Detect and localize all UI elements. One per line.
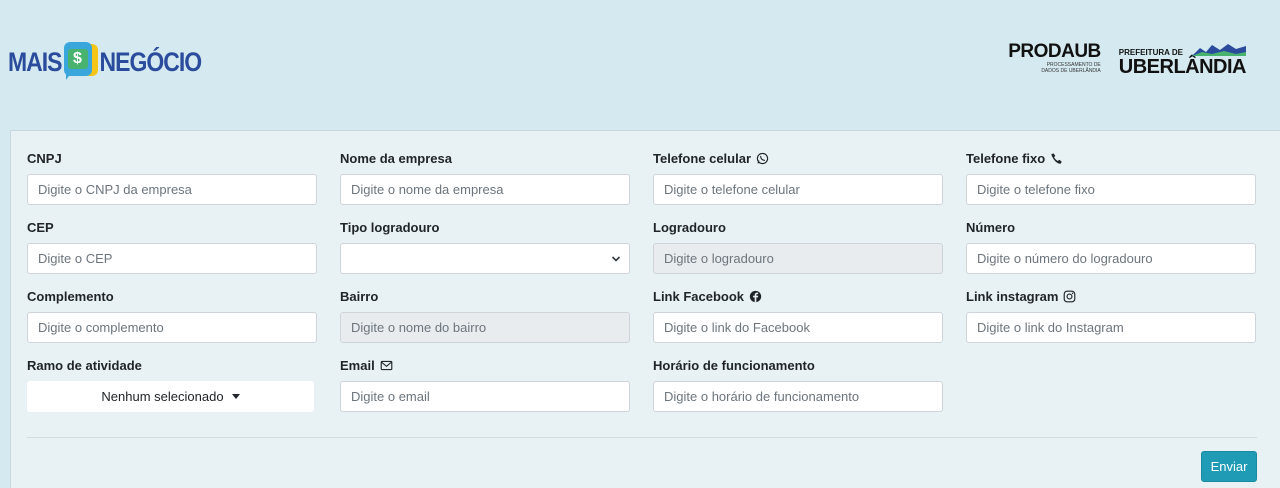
- cep-label: CEP: [27, 219, 54, 235]
- email-label: Email: [340, 357, 630, 373]
- bairro-input[interactable]: [340, 312, 630, 343]
- ramo-atividade-label: Ramo de atividade: [27, 357, 142, 373]
- horario-group: Horário de funcionamento: [653, 357, 943, 412]
- prodaub-logo: PRODAUB PROCESSAMENTO DE DADOS DE UBERLÂ…: [1008, 41, 1101, 75]
- mais-negocio-logo[interactable]: MAIS $ NEGÓCIO: [8, 40, 203, 84]
- horario-label: Horário de funcionamento: [653, 357, 815, 373]
- link-instagram-group: Link instagram: [966, 288, 1256, 343]
- logo-text-negocio: NEGÓCIO: [99, 46, 203, 77]
- link-instagram-input[interactable]: [966, 312, 1256, 343]
- tipo-logradouro-label: Tipo logradouro: [340, 219, 440, 235]
- email-group: Email: [340, 357, 630, 412]
- link-instagram-label: Link instagram: [966, 288, 1256, 304]
- complemento-label: Complemento: [27, 288, 114, 304]
- logo-text-mais: MAIS: [8, 46, 62, 77]
- enviar-button[interactable]: Enviar: [1201, 451, 1257, 482]
- logo-coin: $: [67, 49, 88, 69]
- logradouro-input[interactable]: [653, 243, 943, 274]
- cep-group: CEP: [27, 219, 317, 274]
- ramo-atividade-multiselect[interactable]: Nenhum selecionado: [27, 381, 314, 412]
- facebook-icon: [749, 290, 762, 302]
- business-form: CNPJ Nome da empresa Telefone celular Te…: [10, 130, 1280, 488]
- telefone-fixo-input[interactable]: [966, 174, 1256, 205]
- uberlandia-label: UBERLÂNDIA: [1118, 56, 1247, 78]
- logradouro-label: Logradouro: [653, 219, 726, 235]
- partner-logos: PRODAUB PROCESSAMENTO DE DADOS DE UBERLÂ…: [1008, 41, 1247, 78]
- nome-empresa-label: Nome da empresa: [340, 150, 452, 166]
- caret-down-icon: [231, 394, 240, 399]
- cnpj-input[interactable]: [27, 174, 317, 205]
- telefone-celular-group: Telefone celular: [653, 150, 943, 205]
- complemento-group: Complemento: [27, 288, 317, 343]
- prodaub-subtitle: PROCESSAMENTO DE DADOS DE UBERLÂNDIA: [1041, 62, 1101, 74]
- phone-icon: [1051, 152, 1062, 164]
- chevron-down-icon: [611, 256, 621, 262]
- prefeitura-uberlandia-logo: PREFEITURA DE UBERLÂNDIA: [1118, 42, 1247, 78]
- telefone-fixo-label: Telefone fixo: [966, 150, 1256, 166]
- numero-label: Número: [966, 219, 1016, 235]
- envelope-icon: [380, 360, 393, 370]
- form-divider: [27, 437, 1257, 438]
- prodaub-title: PRODAUB: [1008, 41, 1101, 62]
- ramo-atividade-selected: Nenhum selecionado: [101, 389, 224, 404]
- link-facebook-group: Link Facebook: [653, 288, 943, 343]
- bairro-label: Bairro: [340, 288, 379, 304]
- whatsapp-icon: [756, 152, 769, 164]
- logradouro-group: Logradouro: [653, 219, 943, 274]
- tipo-logradouro-select[interactable]: [340, 243, 630, 274]
- horario-input[interactable]: [653, 381, 943, 412]
- telefone-fixo-group: Telefone fixo: [966, 150, 1256, 205]
- cnpj-label: CNPJ: [27, 150, 62, 166]
- ramo-atividade-group: Ramo de atividade Nenhum selecionado: [27, 357, 317, 412]
- link-facebook-input[interactable]: [653, 312, 943, 343]
- nome-empresa-group: Nome da empresa: [340, 150, 630, 205]
- instagram-icon: [1064, 290, 1076, 302]
- numero-group: Número: [966, 219, 1256, 274]
- telefone-celular-input[interactable]: [653, 174, 943, 205]
- cep-input[interactable]: [27, 243, 317, 274]
- city-skyline-icon: [1192, 44, 1246, 56]
- nome-empresa-input[interactable]: [340, 174, 630, 205]
- dollar-badge-icon: $: [63, 42, 98, 82]
- tipo-logradouro-group: Tipo logradouro: [340, 219, 630, 274]
- email-input[interactable]: [340, 381, 630, 412]
- telefone-celular-label: Telefone celular: [653, 150, 943, 166]
- cnpj-group: CNPJ: [27, 150, 317, 205]
- link-facebook-label: Link Facebook: [653, 288, 943, 304]
- bairro-group: Bairro: [340, 288, 630, 343]
- header: MAIS $ NEGÓCIO PRODAUB PROCESSAMENTO DE …: [0, 0, 1280, 130]
- numero-input[interactable]: [966, 243, 1256, 274]
- complemento-input[interactable]: [27, 312, 317, 343]
